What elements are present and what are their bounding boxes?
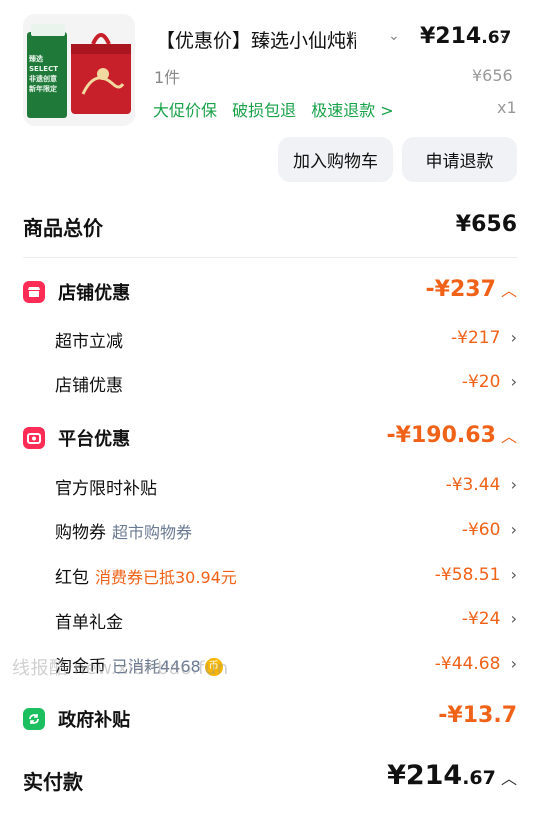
request-refund-button[interactable]: 申请退款: [402, 137, 517, 182]
goods-total-label: 商品总价: [23, 216, 103, 240]
watermark: 线报酷 new.xianbao.fun: [12, 658, 229, 679]
tag-fast-refund[interactable]: 极速退款 >: [311, 101, 394, 120]
item-note: 消费券已抵30.94元: [95, 568, 237, 587]
goods-total-value: ¥656: [455, 212, 517, 237]
image-text: 臻选SELECT: [29, 55, 58, 73]
government-subsidy-label: 政府补贴: [58, 710, 131, 731]
list-item-label: 购物券 超市购物券: [55, 518, 192, 543]
chevron-right-icon: ›: [505, 565, 517, 584]
list-item-value[interactable]: -¥24 ›: [462, 609, 517, 629]
total-decimal: .67: [462, 767, 496, 789]
platform-discount-total[interactable]: -¥190.63 ︿: [387, 423, 517, 448]
chevron-right-icon: ›: [505, 372, 517, 391]
chevron-right-icon: ›: [505, 520, 517, 539]
store-discount-total[interactable]: -¥237 ︿: [426, 277, 517, 302]
list-item-label: 首单礼金: [55, 608, 123, 633]
chevron-down-icon[interactable]: ⌄: [388, 28, 400, 44]
discount-amount: -¥44.68: [434, 654, 501, 674]
chevron-up-icon: ︿: [500, 769, 517, 788]
platform-discount-amount: -¥190.63: [386, 423, 496, 448]
image-text: 非遗创意: [29, 75, 57, 83]
chevron-right-icon[interactable]: ›: [500, 26, 508, 50]
total-integer: ¥214: [387, 760, 463, 791]
chevron-up-icon: ︿: [500, 281, 517, 300]
government-subsidy-amount: -¥13.7: [438, 703, 517, 728]
item-label: 首单礼金: [55, 613, 123, 633]
list-item-value[interactable]: -¥44.68 ›: [435, 654, 517, 674]
original-price: ¥656: [472, 66, 513, 85]
chevron-right-icon: ›: [505, 475, 517, 494]
list-item-label: 超市立减: [55, 332, 123, 352]
image-text: 新年限定: [29, 85, 57, 93]
product-price: ¥214.67: [420, 24, 511, 49]
item-label: 红包: [55, 568, 89, 588]
chevron-right-icon: ›: [505, 609, 517, 628]
divider: [23, 257, 517, 258]
discount-amount: -¥217: [451, 328, 501, 348]
discount-amount: -¥20: [461, 372, 501, 392]
list-item-value[interactable]: -¥58.51 ›: [435, 565, 517, 585]
discount-amount: -¥24: [461, 609, 501, 629]
discount-amount: -¥60: [461, 520, 501, 540]
list-item-label: 红包 消费券已抵30.94元: [55, 563, 237, 588]
list-item-value[interactable]: -¥60 ›: [462, 520, 517, 540]
item-note: 超市购物券: [112, 523, 193, 542]
total-paid[interactable]: ¥214.67 ︿: [387, 760, 517, 791]
list-item-label: 店铺优惠: [55, 376, 123, 396]
add-to-cart-button[interactable]: 加入购物车: [278, 137, 393, 182]
list-item-value[interactable]: -¥20 ›: [462, 372, 517, 392]
store-discount-header[interactable]: 店铺优惠: [23, 279, 130, 305]
tag-damage-return: 破损包退: [232, 101, 297, 120]
platform-icon: [23, 427, 45, 449]
store-discount-label: 店铺优惠: [58, 283, 131, 304]
chevron-up-icon: ︿: [500, 427, 517, 446]
item-count: x1: [497, 98, 517, 117]
product-thumbnail[interactable]: 臻选SELECT 非遗创意 新年限定: [23, 14, 135, 126]
price-integer: ¥214: [420, 24, 482, 49]
store-icon: [23, 281, 45, 303]
quantity-label: 1件: [154, 68, 181, 87]
chevron-right-icon: ›: [505, 328, 517, 347]
refresh-icon: [23, 708, 45, 730]
product-title[interactable]: 【优惠价】臻选小仙炖精: [156, 26, 356, 53]
store-discount-amount: -¥237: [425, 277, 496, 302]
platform-discount-header[interactable]: 平台优惠: [23, 425, 130, 451]
list-item-value[interactable]: -¥3.44 ›: [446, 475, 517, 495]
item-label: 购物券: [55, 523, 106, 543]
government-subsidy-total: -¥13.7: [438, 703, 517, 728]
tag-price-protect: 大促价保: [153, 101, 218, 120]
chevron-right-icon: ›: [505, 654, 517, 673]
total-paid-amount: ¥214.67: [387, 760, 496, 791]
list-item-value[interactable]: -¥217 ›: [451, 328, 517, 348]
platform-discount-label: 平台优惠: [58, 429, 131, 450]
list-item-label: 官方限时补贴: [55, 474, 157, 499]
service-tags: 大促价保 破损包退 极速退款 >: [153, 97, 404, 121]
discount-amount: -¥3.44: [445, 475, 501, 495]
government-subsidy-header[interactable]: 政府补贴: [23, 706, 130, 732]
item-label: 官方限时补贴: [55, 479, 157, 499]
discount-amount: -¥58.51: [434, 565, 501, 585]
total-paid-label: 实付款: [23, 770, 83, 794]
